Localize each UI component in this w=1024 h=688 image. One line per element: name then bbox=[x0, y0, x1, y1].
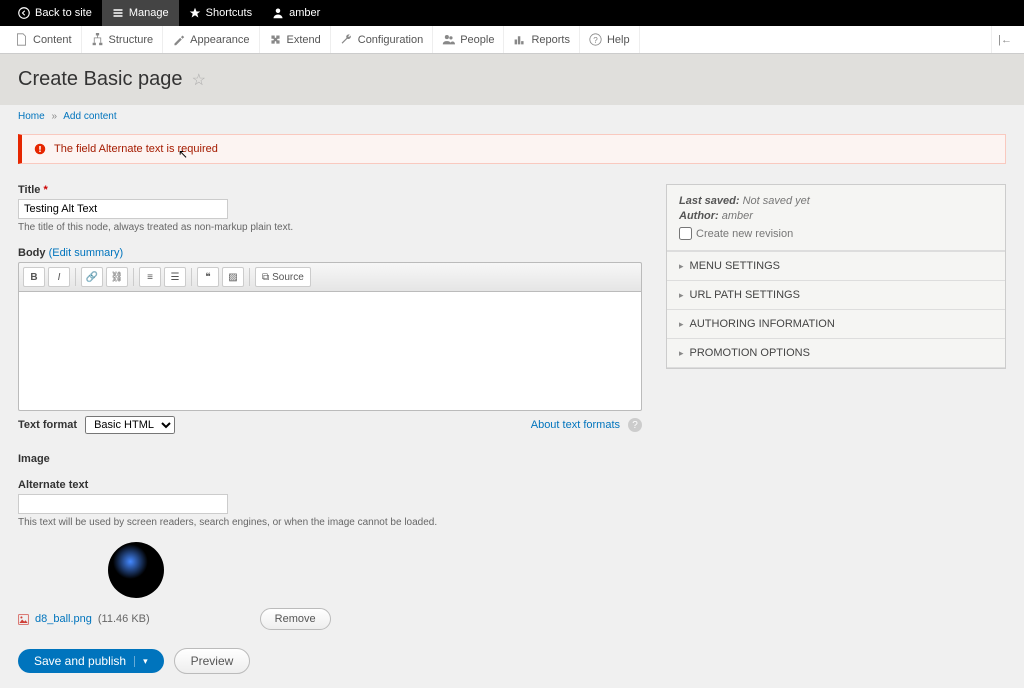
image-thumbnail bbox=[108, 542, 164, 598]
svg-text:?: ? bbox=[593, 36, 598, 45]
link-button[interactable]: 🔗 bbox=[81, 267, 103, 287]
error-text: The field Alternate text is required bbox=[54, 143, 218, 155]
admin-menu: Content Structure Appearance Extend Conf… bbox=[0, 26, 1024, 54]
meta-header: Last saved: Not saved yet Author: amber … bbox=[667, 185, 1005, 251]
sidebar: Last saved: Not saved yet Author: amber … bbox=[666, 184, 1006, 369]
authoring-info-panel[interactable]: ▸AUTHORING INFORMATION bbox=[667, 310, 1005, 339]
user-menu[interactable]: amber bbox=[262, 0, 330, 26]
menu-appearance[interactable]: Appearance bbox=[163, 26, 259, 53]
user-icon bbox=[272, 7, 284, 19]
bold-button[interactable]: B bbox=[23, 267, 45, 287]
italic-button[interactable]: I bbox=[48, 267, 70, 287]
revision-checkbox[interactable] bbox=[679, 227, 692, 240]
source-button[interactable]: ⧉Source bbox=[255, 267, 311, 287]
error-icon bbox=[34, 143, 46, 155]
revision-checkbox-row[interactable]: Create new revision bbox=[679, 227, 993, 240]
triangle-icon: ▸ bbox=[679, 290, 684, 301]
cursor-icon: ↖ bbox=[178, 147, 188, 161]
blockquote-button[interactable]: ❝ bbox=[197, 267, 219, 287]
image-section: Image bbox=[18, 453, 642, 465]
star-icon bbox=[189, 7, 201, 19]
menu-content[interactable]: Content bbox=[6, 26, 82, 53]
file-name[interactable]: d8_ball.png bbox=[35, 613, 92, 625]
triangle-icon: ▸ bbox=[679, 348, 684, 359]
hamburger-icon bbox=[112, 7, 124, 19]
brush-icon bbox=[172, 33, 185, 46]
user-label: amber bbox=[289, 7, 320, 19]
triangle-icon: ▸ bbox=[679, 319, 684, 330]
menu-extend[interactable]: Extend bbox=[260, 26, 331, 53]
number-list-button[interactable]: ☰ bbox=[164, 267, 186, 287]
title-field: Title * The title of this node, always t… bbox=[18, 184, 642, 233]
remove-button[interactable]: Remove bbox=[260, 608, 331, 630]
triangle-icon: ▸ bbox=[679, 261, 684, 272]
image-label: Image bbox=[18, 453, 642, 465]
crumb-add-content[interactable]: Add content bbox=[63, 111, 116, 122]
body-textarea[interactable] bbox=[18, 291, 642, 411]
save-publish-button[interactable]: Save and publish▾ bbox=[18, 649, 164, 673]
meta-box: Last saved: Not saved yet Author: amber … bbox=[666, 184, 1006, 369]
menu-help[interactable]: ?Help bbox=[580, 26, 640, 53]
manage-toggle[interactable]: Manage bbox=[102, 0, 179, 26]
file-icon bbox=[15, 33, 28, 46]
dropdown-caret-icon[interactable]: ▾ bbox=[134, 656, 148, 667]
file-size: (11.46 KB) bbox=[98, 613, 150, 625]
alt-text-field: Alternate text This text will be used by… bbox=[18, 479, 642, 528]
image-button[interactable]: ▨ bbox=[222, 267, 244, 287]
menu-people[interactable]: People bbox=[433, 26, 504, 53]
menu-reports[interactable]: Reports bbox=[504, 26, 580, 53]
body-field: Body (Edit summary) B I 🔗 ⛓ ≡ ☰ ❝ ▨ ⧉Sou… bbox=[18, 247, 642, 439]
people-icon bbox=[442, 33, 455, 46]
text-format-label: Text format bbox=[18, 419, 77, 431]
topbar: Back to site Manage Shortcuts amber bbox=[0, 0, 1024, 26]
wrench-icon bbox=[340, 33, 353, 46]
chart-icon bbox=[513, 33, 526, 46]
breadcrumb: Home » Add content bbox=[0, 105, 1024, 128]
title-label: Title * bbox=[18, 184, 642, 196]
help-icon[interactable]: ? bbox=[628, 418, 642, 432]
menu-configuration[interactable]: Configuration bbox=[331, 26, 433, 53]
back-to-site[interactable]: Back to site bbox=[8, 0, 102, 26]
main-column: Title * The title of this node, always t… bbox=[18, 184, 642, 674]
title-hint: The title of this node, always treated a… bbox=[18, 222, 642, 233]
menu-structure[interactable]: Structure bbox=[82, 26, 164, 53]
action-row: Save and publish▾ Preview bbox=[18, 648, 642, 674]
url-path-settings-panel[interactable]: ▸URL PATH SETTINGS bbox=[667, 281, 1005, 310]
shortcuts-label: Shortcuts bbox=[206, 7, 252, 19]
error-message: The field Alternate text is required ↖ bbox=[18, 134, 1006, 164]
tree-icon bbox=[91, 33, 104, 46]
crumb-home[interactable]: Home bbox=[18, 111, 45, 122]
collapse-toolbar[interactable]: |← bbox=[991, 26, 1018, 53]
menu-settings-panel[interactable]: ▸MENU SETTINGS bbox=[667, 252, 1005, 281]
title-bar: Create Basic page ☆ bbox=[0, 54, 1024, 105]
page-title: Create Basic page bbox=[18, 68, 183, 91]
help-icon: ? bbox=[589, 33, 602, 46]
manage-label: Manage bbox=[129, 7, 169, 19]
title-input[interactable] bbox=[18, 199, 228, 219]
image-preview-row bbox=[18, 542, 642, 598]
alt-label: Alternate text bbox=[18, 479, 642, 491]
favorite-star-icon[interactable]: ☆ bbox=[192, 72, 206, 89]
editor-toolbar: B I 🔗 ⛓ ≡ ☰ ❝ ▨ ⧉Source bbox=[18, 262, 642, 291]
alt-text-input[interactable] bbox=[18, 494, 228, 514]
bullet-list-button[interactable]: ≡ bbox=[139, 267, 161, 287]
preview-button[interactable]: Preview bbox=[174, 648, 251, 674]
body-label: Body (Edit summary) bbox=[18, 247, 642, 259]
accordion: ▸MENU SETTINGS ▸URL PATH SETTINGS ▸AUTHO… bbox=[667, 251, 1005, 368]
back-label: Back to site bbox=[35, 7, 92, 19]
shortcuts-toggle[interactable]: Shortcuts bbox=[179, 0, 262, 26]
image-file-icon bbox=[18, 614, 29, 625]
promotion-options-panel[interactable]: ▸PROMOTION OPTIONS bbox=[667, 339, 1005, 368]
edit-summary-link[interactable]: (Edit summary) bbox=[49, 247, 124, 259]
file-row: d8_ball.png (11.46 KB) bbox=[18, 609, 150, 629]
unlink-button[interactable]: ⛓ bbox=[106, 267, 128, 287]
puzzle-icon bbox=[269, 33, 282, 46]
text-format-select[interactable]: Basic HTML bbox=[85, 416, 175, 434]
about-formats-link[interactable]: About text formats bbox=[531, 419, 620, 431]
back-icon bbox=[18, 7, 30, 19]
